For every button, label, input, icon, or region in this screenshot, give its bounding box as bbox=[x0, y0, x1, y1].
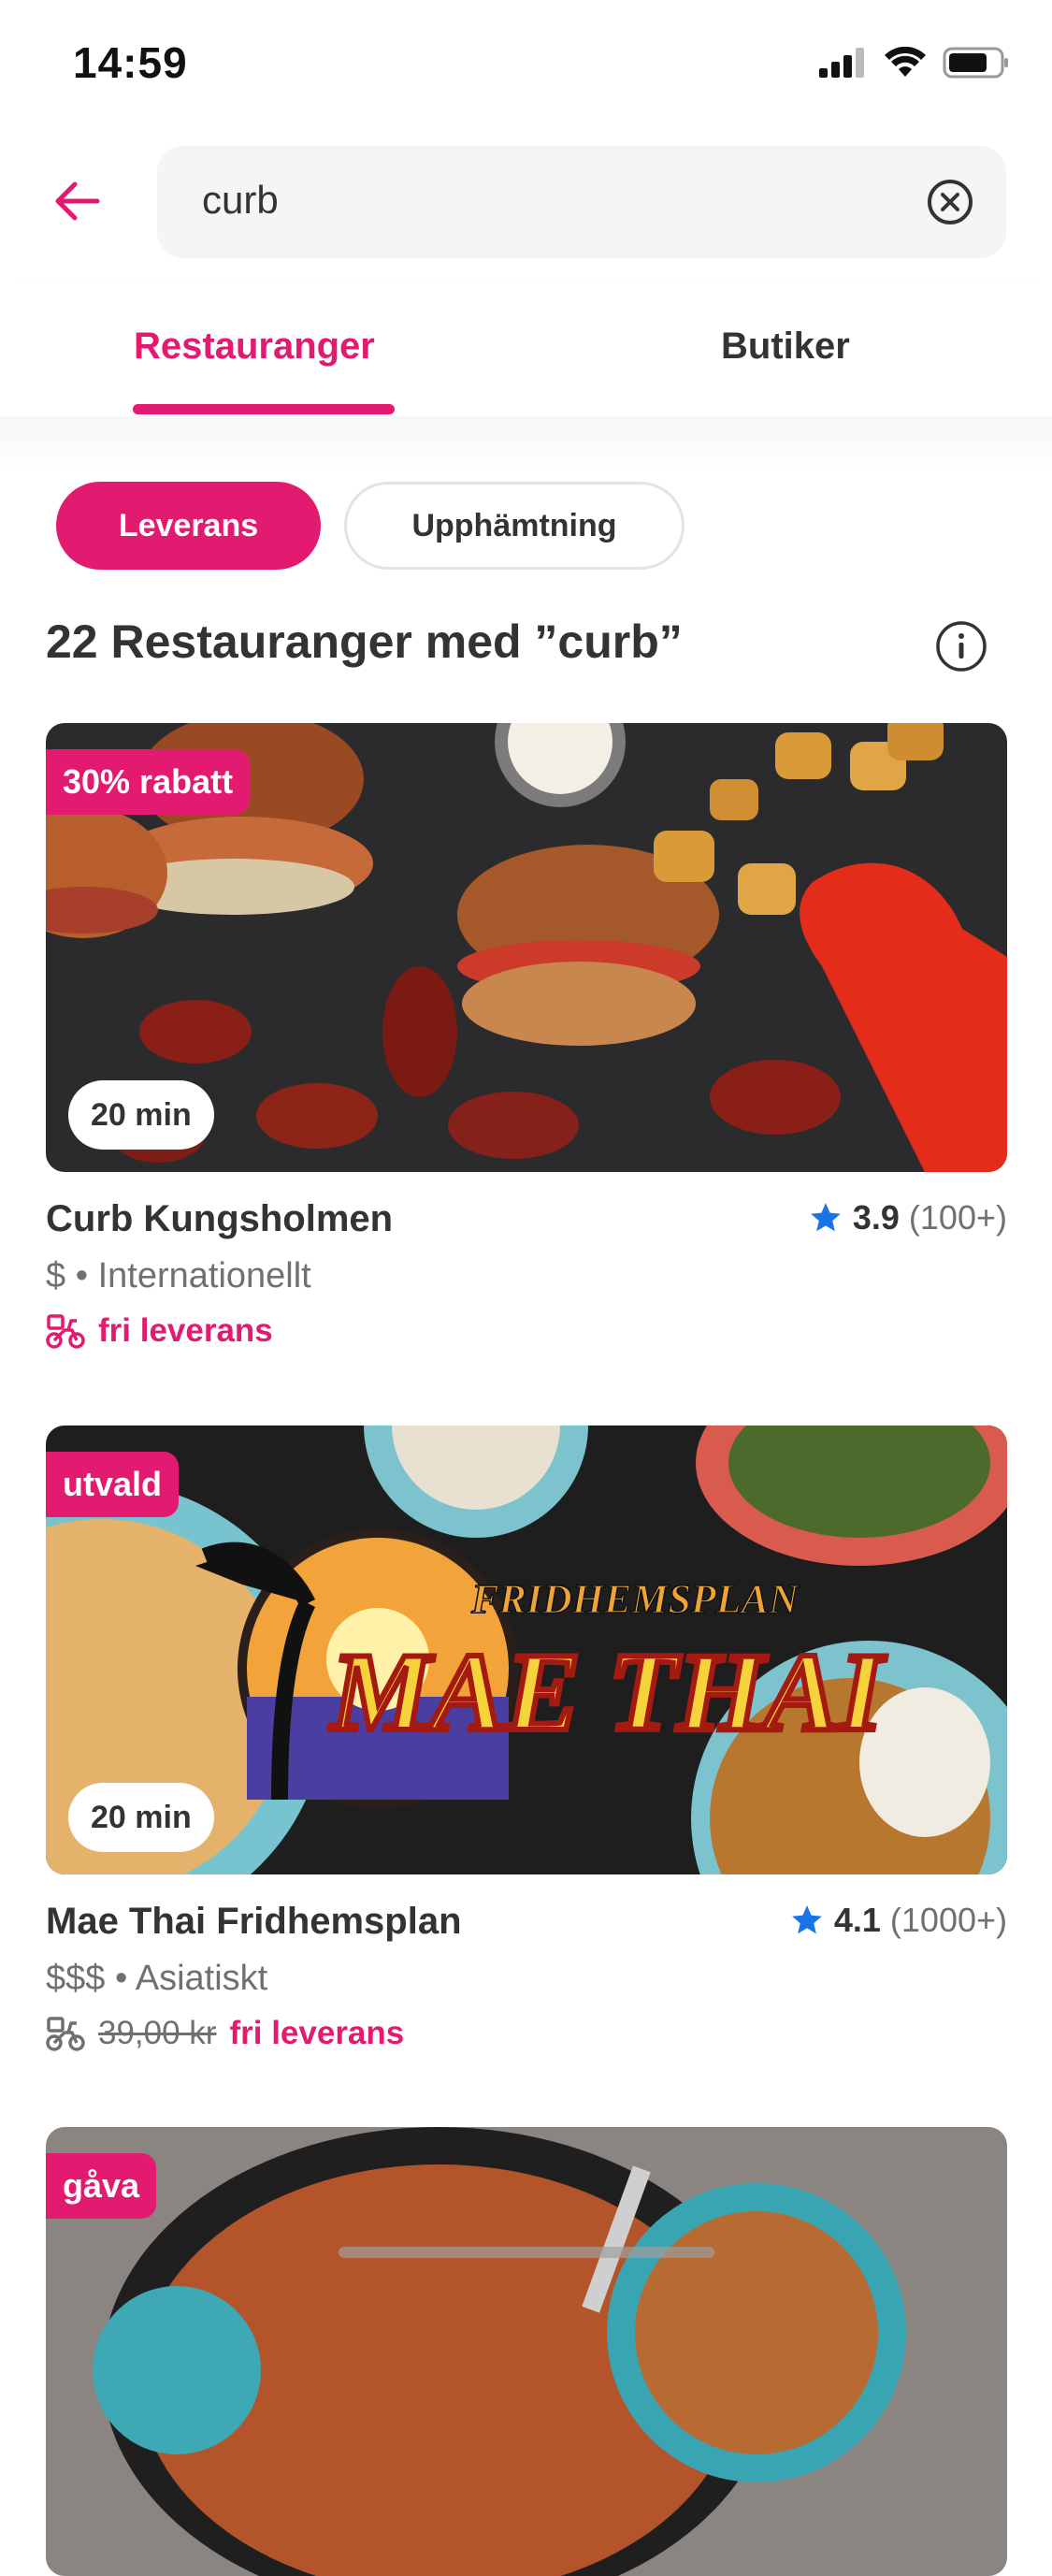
cuisine: Internationellt bbox=[97, 1256, 311, 1295]
featured-badge: utvald bbox=[46, 1452, 180, 1517]
restaurant-name: Mae Thai Fridhemsplan bbox=[46, 1901, 462, 1942]
logo-main-text: MAE THAI bbox=[329, 1629, 886, 1754]
restaurant-name: Curb Kungsholmen bbox=[46, 1198, 394, 1239]
curry-pan-photo bbox=[46, 2127, 1007, 2576]
search-input[interactable]: curb bbox=[157, 146, 1006, 258]
rating-score: 4.1 bbox=[833, 1901, 881, 1939]
delivery-fee: fri leverans bbox=[46, 1312, 273, 1350]
delivery-label: fri leverans bbox=[98, 1312, 273, 1349]
restaurant-image[interactable]: 30% rabatt 20 min bbox=[46, 723, 1007, 1172]
restaurant-meta: $ • Internationellt bbox=[46, 1256, 311, 1296]
results-content: Leverans Upphämtning 22 Restauranger med… bbox=[0, 416, 1052, 2576]
meta-separator: • bbox=[114, 1959, 136, 1998]
delivery-time-pill: 20 min bbox=[68, 1080, 214, 1150]
tab-shops[interactable]: Butiker bbox=[721, 326, 850, 368]
clear-search-icon[interactable] bbox=[926, 178, 974, 226]
tab-restaurants[interactable]: Restauranger bbox=[134, 326, 375, 368]
bike-icon bbox=[46, 1314, 85, 1349]
rating-count: (100+) bbox=[908, 1198, 1007, 1237]
info-icon[interactable] bbox=[935, 620, 987, 673]
price-level: $$$ bbox=[46, 1959, 106, 1998]
restaurant-image[interactable]: gåva bbox=[46, 2127, 1007, 2576]
restaurant-card[interactable]: FRIDHEMSPLAN MAE THAI utvald 20 min Mae … bbox=[46, 1425, 1007, 2051]
results-title: 22 Restauranger med ”curb” bbox=[46, 615, 683, 668]
price-level: $ bbox=[46, 1256, 66, 1295]
status-icons bbox=[819, 47, 1010, 79]
active-tab-indicator bbox=[133, 404, 395, 414]
bike-icon bbox=[46, 2017, 85, 2051]
restaurant-card[interactable]: 30% rabatt 20 min Curb Kungsholmen 3.9 (… bbox=[46, 723, 1007, 1349]
rating: 4.1 (1000+) bbox=[789, 1901, 1007, 1940]
star-icon bbox=[811, 1203, 841, 1232]
delivery-fee: 39,00 kr fri leverans bbox=[46, 2015, 404, 2052]
filter-delivery-button[interactable]: Leverans bbox=[56, 482, 321, 570]
rating: 3.9 (100+) bbox=[808, 1198, 1007, 1237]
logo-top-text: FRIDHEMSPLAN bbox=[470, 1576, 800, 1622]
star-icon bbox=[792, 1905, 822, 1934]
restaurant-meta: $$$ • Asiatiskt bbox=[46, 1959, 267, 1999]
original-fee: 39,00 kr bbox=[98, 2015, 217, 2051]
status-time: 14:59 bbox=[73, 38, 188, 87]
search-header: curb bbox=[0, 131, 1052, 281]
delivery-label: fri leverans bbox=[229, 2015, 405, 2051]
search-query[interactable]: curb bbox=[202, 178, 279, 223]
signal-icon bbox=[819, 48, 864, 78]
home-indicator bbox=[339, 2247, 714, 2258]
gift-badge: gåva bbox=[46, 2153, 157, 2219]
delivery-time-pill: 20 min bbox=[68, 1783, 214, 1852]
cuisine: Asiatiskt bbox=[135, 1959, 268, 1998]
status-bar: 14:59 bbox=[0, 0, 1052, 131]
discount-badge: 30% rabatt bbox=[46, 749, 251, 815]
rating-score: 3.9 bbox=[852, 1198, 900, 1237]
filter-pickup-button[interactable]: Upphämtning bbox=[344, 482, 685, 570]
meta-separator: • bbox=[75, 1256, 98, 1295]
category-tabs: Restauranger Butiker bbox=[0, 281, 1052, 416]
restaurant-image[interactable]: FRIDHEMSPLAN MAE THAI utvald 20 min bbox=[46, 1425, 1007, 1874]
back-arrow-icon[interactable] bbox=[49, 173, 105, 229]
wifi-icon bbox=[885, 47, 926, 77]
battery-icon bbox=[943, 47, 1008, 79]
restaurant-card[interactable]: gåva bbox=[46, 2127, 1007, 2576]
rating-count: (1000+) bbox=[889, 1901, 1007, 1939]
